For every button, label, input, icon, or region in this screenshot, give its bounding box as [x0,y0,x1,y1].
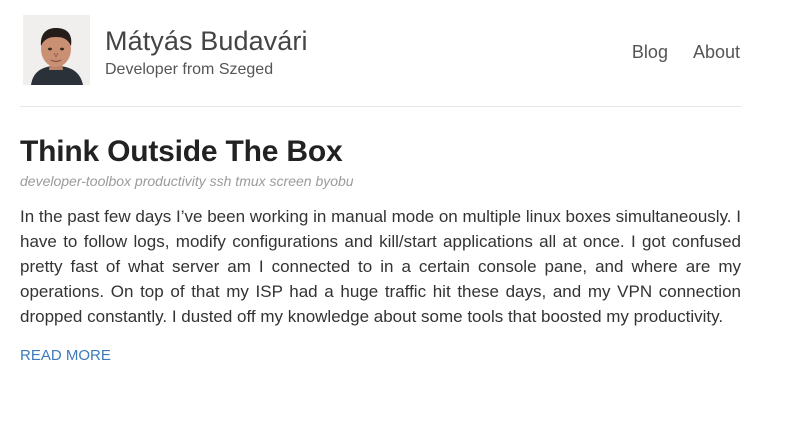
post-preview: Think Outside The Box developer-toolbox … [20,134,741,365]
page: Mátyás Budavári Developer from Szeged Bl… [20,0,741,429]
person-icon [23,15,90,85]
main-navigation: Blog About [632,41,740,63]
avatar[interactable] [23,15,90,85]
read-more-link[interactable]: READ MORE [20,347,111,365]
post-tags: developer-toolbox productivity ssh tmux … [20,173,354,189]
post-excerpt: In the past few days I’ve been working i… [20,207,741,326]
site-header: Mátyás Budavári Developer from Szeged Bl… [20,0,741,107]
nav-link-about[interactable]: About [693,41,740,63]
site-subtitle: Developer from Szeged [105,61,274,78]
post-title[interactable]: Think Outside The Box [20,134,741,170]
site-title[interactable]: Mátyás Budavári [105,25,308,57]
nav-link-blog[interactable]: Blog [632,41,668,63]
